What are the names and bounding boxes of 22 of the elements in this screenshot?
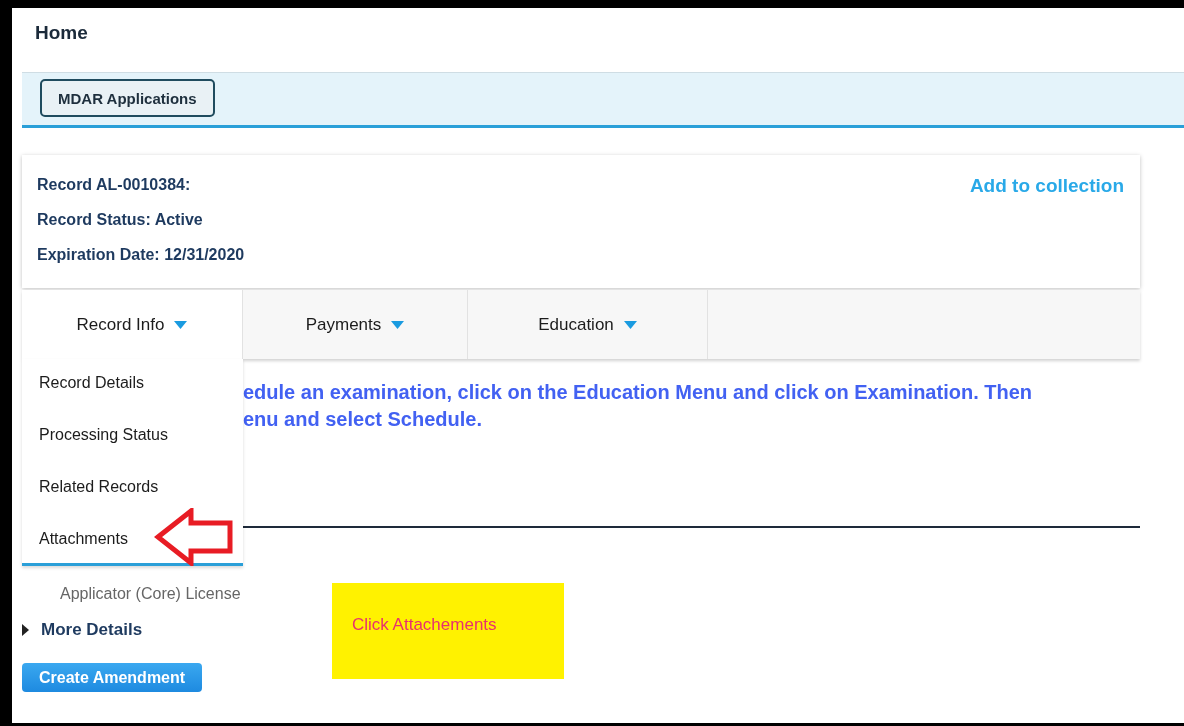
menu-item[interactable]: Related Records — [22, 475, 159, 499]
instruction-text: edule an examination, click on the Education Menu and click on Examination. Then — [243, 380, 1034, 405]
record-info-text: Record AL-0010384: — [37, 175, 192, 195]
caret-icon — [623, 320, 637, 329]
instruction-text: enu and select Schedule. — [243, 407, 483, 432]
caret-icon — [174, 320, 188, 329]
record-info-text: Expiration Date: 12/31/2020 — [37, 245, 245, 265]
more-details-toggle[interactable]: More Details — [22, 620, 143, 640]
menu-item[interactable]: Record Details — [22, 371, 144, 395]
caret-icon — [391, 320, 405, 329]
note-text: Click Attachements — [352, 615, 497, 635]
caret-icon — [22, 624, 29, 636]
applications-button[interactable]: MDAR Applications — [40, 79, 215, 117]
record-info-text: Record Status: Active — [37, 210, 204, 230]
menu-tab[interactable]: Payments — [243, 290, 468, 359]
menu-item[interactable]: Attachments — [22, 527, 128, 551]
menu-tab[interactable]: Education — [468, 290, 708, 359]
menu-item[interactable]: Processing Status — [22, 423, 168, 447]
menu-tab[interactable]: Record Info — [22, 290, 243, 359]
left-arrow-icon — [154, 508, 234, 566]
page-title: Home — [34, 21, 89, 45]
license-text: Applicator (Core) License — [60, 585, 242, 603]
